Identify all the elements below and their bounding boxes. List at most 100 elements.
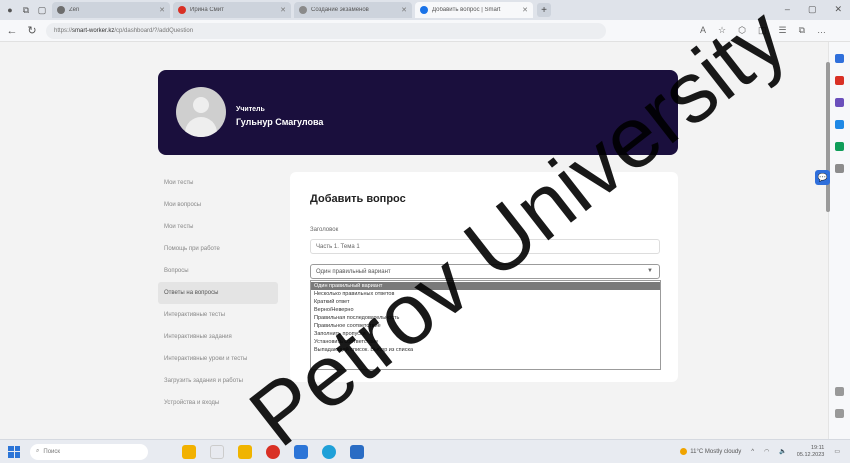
close-window-icon[interactable]: ✕ <box>834 4 842 15</box>
new-tab-button[interactable]: + <box>537 3 551 17</box>
question-type-option[interactable]: Заполнить пропуски <box>311 330 660 338</box>
url-host: smart-worker.kz <box>72 27 115 34</box>
wifi-icon[interactable]: ◠ <box>764 448 769 455</box>
tab-close-icon[interactable]: ✕ <box>522 6 528 14</box>
workspaces-icon[interactable]: ⧉ <box>20 4 32 16</box>
tray-chevron-icon[interactable]: ^ <box>751 449 754 455</box>
browser-tab[interactable]: Zen ✕ <box>52 2 170 18</box>
settings-icon[interactable] <box>835 387 844 396</box>
question-type-option[interactable]: Правильное соответствие <box>311 322 660 330</box>
question-type-option[interactable]: Выпадающий список. Выбор из списка <box>311 346 660 354</box>
search-icon: ⌕ <box>36 448 40 454</box>
back-icon[interactable]: ← <box>6 25 18 37</box>
tab-close-icon[interactable]: ✕ <box>159 6 165 14</box>
sidebar-item[interactable]: Загрузить задания и работы <box>158 370 278 392</box>
page-title: Добавить вопрос <box>310 193 406 205</box>
sidebar-item[interactable]: Устройства и входы <box>158 392 278 414</box>
weather-widget[interactable]: 11°C Mostly cloudy <box>680 448 741 455</box>
taskbar-search[interactable]: ⌕ Поиск <box>30 443 148 460</box>
notifications-icon[interactable]: ▭ <box>834 448 840 455</box>
clock[interactable]: 19:11 05.12.2023 <box>797 445 825 459</box>
sidebar-item[interactable]: Помощь при работе <box>158 238 278 260</box>
sidebar-item[interactable]: Интерактивные тесты <box>158 304 278 326</box>
add-icon[interactable] <box>835 164 844 173</box>
tab-favicon-icon <box>420 6 428 14</box>
chevron-down-icon: ▼ <box>647 268 653 274</box>
question-type-option[interactable]: Верно/Неверно <box>311 306 660 314</box>
more-icon[interactable]: … <box>817 25 826 36</box>
tools-icon[interactable] <box>835 98 844 107</box>
shopping-icon[interactable] <box>835 76 844 85</box>
tab-label: Добавить вопрос | Smart <box>432 7 501 13</box>
tab-close-icon[interactable]: ✕ <box>280 6 286 14</box>
window-controls: – ▢ ✕ <box>785 4 842 15</box>
url-field[interactable]: https:// smart-worker.kz /cp/dashboard/?… <box>46 22 606 39</box>
search-icon[interactable] <box>835 54 844 63</box>
taskbar-apps <box>182 444 364 459</box>
browser-tab[interactable]: Добавить вопрос | Smart ✕ <box>415 2 533 18</box>
edge-icon[interactable] <box>322 444 336 459</box>
folder-icon[interactable] <box>238 444 252 459</box>
tab-label: Ирина Смит <box>190 7 224 13</box>
tab-label: Создание экзаменов <box>311 7 369 13</box>
volume-icon[interactable]: 🔈 <box>779 448 786 455</box>
collapse-icon[interactable] <box>835 409 844 418</box>
weather-text: 11°C Mostly cloudy <box>690 448 742 455</box>
sidebar-item[interactable]: Мои вопросы <box>158 194 278 216</box>
browser-tab[interactable]: Ирина Смит ✕ <box>173 2 291 18</box>
tab-favicon-icon <box>57 6 65 14</box>
page-scrollbar[interactable] <box>826 62 830 212</box>
question-type-select[interactable]: Один правильный вариант ▼ <box>310 264 660 279</box>
file-explorer-icon[interactable] <box>182 444 196 459</box>
tab-actions-icon[interactable]: ▢ <box>36 4 48 16</box>
question-type-dropdown: Один правильный вариант Несколько правиль… <box>310 280 661 370</box>
outlook-icon[interactable] <box>835 120 844 129</box>
avatar-head <box>193 97 209 113</box>
tab-label: Zen <box>69 7 80 13</box>
sidebar-item[interactable]: Вопросы <box>158 260 278 282</box>
profile-icon[interactable]: ● <box>4 4 16 16</box>
system-tray: 11°C Mostly cloudy ^ ◠ 🔈 19:11 05.12.202… <box>680 445 840 459</box>
read-aloud-icon[interactable]: A <box>700 25 706 36</box>
chat-widget-button[interactable]: 💬 <box>815 170 830 185</box>
split-screen-icon[interactable]: ◫ <box>758 25 767 36</box>
maximize-icon[interactable]: ▢ <box>808 4 817 15</box>
drop-icon[interactable] <box>835 142 844 151</box>
windows-start-icon[interactable] <box>8 445 20 458</box>
sidebar-item[interactable]: Интерактивные уроки и тесты <box>158 348 278 370</box>
tab-favicon-icon <box>178 6 186 14</box>
yandex-icon[interactable] <box>266 444 280 459</box>
clock-time: 19:11 <box>810 444 825 451</box>
extensions-icon[interactable]: ⬡ <box>738 25 746 36</box>
teacher-name: Гульнур Смагулова <box>236 117 324 127</box>
sidebar-item[interactable]: Мои тесты <box>158 216 278 238</box>
tab-close-icon[interactable]: ✕ <box>401 6 407 14</box>
left-sidebar-nav: Мои тесты Мои вопросы Мои тесты Помощь при … <box>158 172 278 437</box>
avatar-body <box>185 117 217 137</box>
browser-tab[interactable]: Создание экзаменов ✕ <box>294 2 412 18</box>
mail-icon[interactable] <box>350 444 364 459</box>
browser-toolbar: A ☆ ⬡ ◫ ☰ ⧉ … <box>700 25 826 36</box>
favorites-icon[interactable]: ☰ <box>778 25 786 36</box>
sidebar-item[interactable]: Интерактивные задания <box>158 326 278 348</box>
title-input[interactable]: Часть 1. Тема 1 <box>310 239 660 254</box>
question-type-option[interactable]: Несколько правильных ответов <box>311 290 660 298</box>
url-path: /cp/dashboard/?/addQuestion <box>114 27 194 34</box>
browser-tab-bar: ● ⧉ ▢ Zen ✕ Ирина Смит ✕ Создание экзаменов ✕… <box>0 0 850 20</box>
sidebar-item[interactable]: Мои тесты <box>158 172 278 194</box>
sidebar-item[interactable]: Ответы на вопросы <box>158 282 278 304</box>
favorite-star-icon[interactable]: ☆ <box>718 25 726 36</box>
minimize-icon[interactable]: – <box>785 4 790 15</box>
question-type-option[interactable]: Правильная последовательность <box>311 314 660 322</box>
store-icon[interactable] <box>294 444 308 459</box>
taskbar-search-placeholder: Поиск <box>43 448 61 455</box>
tab-favicon-icon <box>299 6 307 14</box>
collections-icon[interactable]: ⧉ <box>799 25 805 36</box>
user-role: Учитель <box>236 106 265 113</box>
avatar <box>176 87 226 137</box>
question-type-option[interactable]: Краткий ответ <box>311 298 660 306</box>
question-type-option[interactable]: Один правильный вариант <box>311 282 660 290</box>
task-view-icon[interactable] <box>210 444 224 459</box>
reload-icon[interactable]: ↻ <box>26 24 38 37</box>
question-type-option[interactable]: Установить соответствие <box>311 338 660 346</box>
